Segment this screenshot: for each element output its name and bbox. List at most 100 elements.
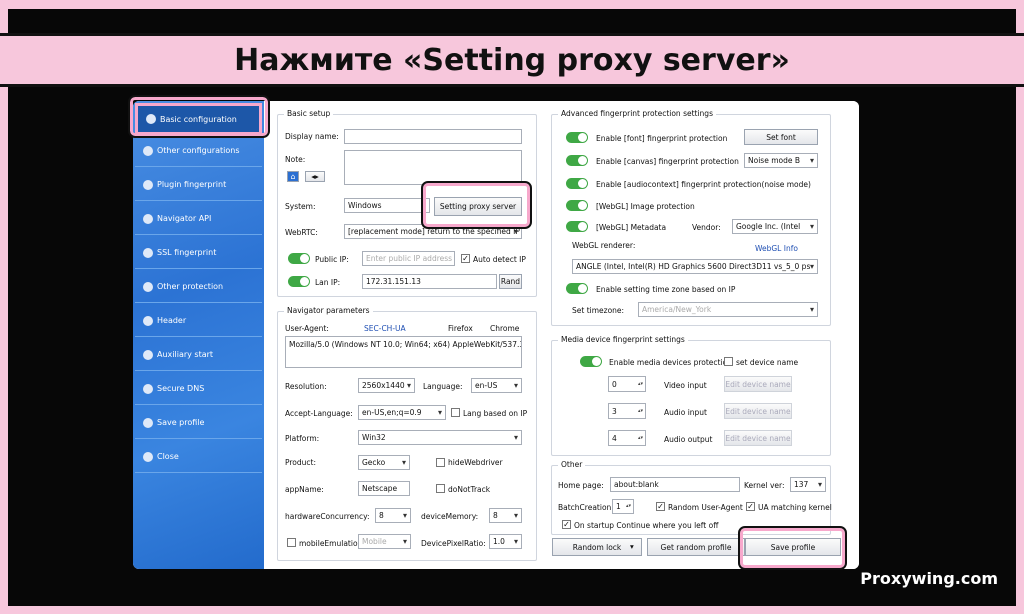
resolution-label: Resolution: — [285, 382, 327, 391]
appname-field[interactable]: Netscape — [358, 481, 410, 496]
start-icon — [143, 349, 153, 360]
device-pixel-ratio-select[interactable]: 1.0 — [489, 534, 522, 549]
webgl-image-label: [WebGL] Image protection — [596, 202, 695, 211]
mobile-emulation-checkbox[interactable] — [287, 538, 296, 547]
webgl-image-toggle[interactable] — [566, 200, 588, 211]
sidebar-item-navigator-api[interactable]: Navigator API — [135, 203, 262, 235]
sidebar-item-label: Plugin fingerprint — [157, 180, 227, 189]
startup-continue-checkbox[interactable]: ✓ — [562, 520, 571, 529]
display-name-field[interactable] — [344, 129, 522, 144]
webgl-metadata-toggle[interactable] — [566, 221, 588, 232]
batch-creation-stepper[interactable]: 1 — [612, 499, 634, 514]
timezone-label: Set timezone: — [572, 306, 625, 315]
app-window: Basic configuration Other configurations… — [133, 101, 859, 569]
webgl-renderer-select[interactable]: ANGLE (Intel, Intel(R) HD Graphics 5600 … — [572, 259, 818, 274]
product-label: Product: — [285, 458, 317, 467]
resolution-select[interactable]: 2560x1440 — [358, 378, 415, 393]
media-protection-toggle[interactable] — [580, 356, 602, 367]
sidebar-item-label: Auxiliary start — [157, 350, 214, 359]
random-lock-button[interactable]: Random lock — [552, 538, 642, 556]
audio-output-stepper[interactable]: 4 — [608, 430, 646, 446]
accept-language-select[interactable]: en-US,en;q=0.9 — [358, 405, 446, 420]
arrow-buttons-icon[interactable]: ◂▸ — [305, 171, 325, 182]
language-select[interactable]: en-US — [471, 378, 522, 393]
platform-select[interactable]: Win32 — [358, 430, 522, 445]
sidebar-item-label: Secure DNS — [157, 384, 205, 393]
lang-based-ip-label: Lang based on IP — [463, 409, 528, 418]
sidebar-item-secure-dns[interactable]: Secure DNS — [135, 373, 262, 405]
highlight-setting-proxy-server — [421, 181, 532, 229]
public-ip-field[interactable]: Enter public IP address — [362, 251, 455, 266]
homepage-field[interactable]: about:blank — [610, 477, 740, 492]
donottrack-checkbox[interactable] — [436, 484, 445, 493]
hide-webdriver-checkbox[interactable] — [436, 458, 445, 467]
brand-watermark: Proxywing.com — [860, 569, 998, 588]
auto-detect-checkbox[interactable]: ✓ — [461, 254, 470, 263]
sidebar-item-plugin-fingerprint[interactable]: Plugin fingerprint — [135, 169, 262, 201]
language-label: Language: — [423, 382, 463, 391]
lan-ip-field[interactable]: 172.31.151.13 — [362, 274, 497, 289]
lang-based-ip-checkbox[interactable] — [451, 408, 460, 417]
webgl-info-link[interactable]: WebGL Info — [755, 244, 798, 253]
lan-ip-toggle[interactable] — [288, 276, 310, 287]
product-select[interactable]: Gecko — [358, 455, 410, 470]
ua-matching-label: UA matching kernel — [758, 503, 832, 512]
sidebar-item-save-profile[interactable]: Save profile — [135, 407, 262, 439]
note-label: Note: — [285, 155, 306, 164]
audio-input-stepper[interactable]: 3 — [608, 403, 646, 419]
audio-output-label: Audio output — [664, 435, 713, 444]
random-ua-checkbox[interactable]: ✓ — [656, 502, 665, 511]
canvas-protection-toggle[interactable] — [566, 155, 588, 166]
edit-video-device-button[interactable]: Edit device name — [724, 376, 792, 392]
close-icon — [143, 451, 153, 462]
shield-icon — [143, 145, 153, 156]
get-random-profile-button[interactable]: Get random profile — [647, 538, 745, 556]
sidebar-item-close[interactable]: Close — [135, 441, 262, 473]
timezone-toggle-label: Enable setting time zone based on IP — [596, 285, 736, 294]
sec-ch-ua-link[interactable]: SEC-CH-UA — [364, 324, 406, 333]
home-icon[interactable]: ⌂ — [287, 171, 299, 182]
media-protection-label: Enable media devices protection — [609, 358, 732, 367]
audiocontext-protection-toggle[interactable] — [566, 178, 588, 189]
vendor-select[interactable]: Google Inc. (Intel — [732, 219, 818, 234]
device-memory-label: deviceMemory: — [421, 512, 479, 521]
sidebar-item-ssl-fingerprint[interactable]: SSL fingerprint — [135, 237, 262, 269]
system-select[interactable]: Windows — [344, 198, 430, 213]
public-ip-toggle[interactable] — [288, 253, 310, 264]
main-panel: Basic setup Display name: Note: ⌂ ◂▸ Sys… — [264, 101, 859, 569]
firefox-link[interactable]: Firefox — [448, 324, 473, 333]
group-title: Advanced fingerprint protection settings — [558, 109, 716, 118]
ua-matching-checkbox[interactable]: ✓ — [746, 502, 755, 511]
audiocontext-protection-label: Enable [audiocontext] fingerprint protec… — [596, 180, 811, 189]
rand-button[interactable]: Rand — [499, 274, 522, 289]
kernel-version-select[interactable]: 137 — [790, 477, 826, 492]
homepage-label: Home page: — [558, 481, 604, 490]
sidebar-item-other-protection[interactable]: Other protection — [135, 271, 262, 303]
note-textarea[interactable] — [344, 150, 522, 185]
group-title: Basic setup — [284, 109, 334, 118]
edit-audio-input-button[interactable]: Edit device name — [724, 403, 792, 419]
sidebar-item-other-configurations[interactable]: Other configurations — [135, 135, 262, 167]
mobile-emulation-label: mobileEmulatio — [299, 539, 358, 548]
noise-mode-select[interactable]: Noise mode B — [744, 153, 818, 168]
timezone-select[interactable]: America/New_York — [638, 302, 818, 317]
set-device-name-checkbox[interactable] — [724, 357, 733, 366]
user-agent-field[interactable]: Mozilla/5.0 (Windows NT 10.0; Win64; x64… — [285, 336, 522, 368]
sidebar-item-header[interactable]: Header — [135, 305, 262, 337]
startup-continue-label: On startup Continue where you left off — [574, 521, 719, 530]
edit-audio-output-button[interactable]: Edit device name — [724, 430, 792, 446]
sidebar-item-label: Navigator API — [157, 214, 212, 223]
chrome-link[interactable]: Chrome — [490, 324, 519, 333]
mobile-select[interactable]: Mobile — [358, 534, 411, 549]
sidebar-item-auxiliary-start[interactable]: Auxiliary start — [135, 339, 262, 371]
highlight-save-profile — [738, 526, 847, 570]
device-memory-select[interactable]: 8 — [489, 508, 522, 523]
font-protection-toggle[interactable] — [566, 132, 588, 143]
auto-detect-label: Auto detect IP — [473, 255, 526, 264]
hardware-concurrency-label: hardwareConcurrency: — [285, 512, 370, 521]
timezone-toggle[interactable] — [566, 283, 588, 294]
lock-icon — [143, 247, 153, 258]
video-input-stepper[interactable]: 0 — [608, 376, 646, 392]
set-font-button[interactable]: Set font — [744, 129, 818, 145]
hardware-concurrency-select[interactable]: 8 — [375, 508, 411, 523]
